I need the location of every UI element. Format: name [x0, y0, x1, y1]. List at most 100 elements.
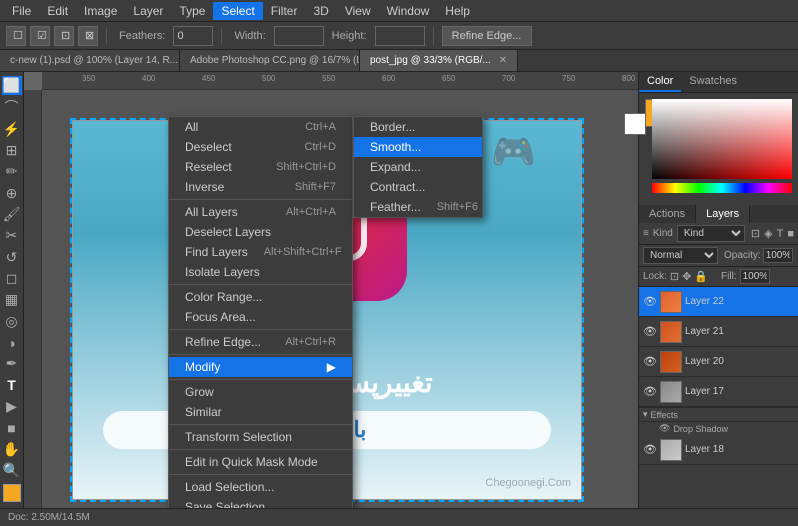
toolbar-intersect-sel[interactable]: ⊠	[78, 26, 98, 46]
lock-all-icon[interactable]: 🔒	[694, 270, 708, 283]
tab-file3-close[interactable]: ✕	[499, 55, 507, 66]
fill-input[interactable]	[740, 269, 770, 284]
layer-item-20[interactable]: 👁 Layer 20	[639, 347, 798, 377]
menu-isolate-layers[interactable]: Isolate Layers	[169, 262, 352, 282]
menu-select-all[interactable]: All Ctrl+A	[169, 117, 352, 137]
lock-checkerboard-icon[interactable]: ⊡	[670, 270, 679, 283]
menu-modify[interactable]: Modify ▶	[169, 357, 352, 377]
menu-refine-edge[interactable]: Refine Edge... Alt+Ctrl+R	[169, 332, 352, 352]
layer-eye-20[interactable]: 👁	[643, 355, 657, 369]
menu-transform-sel[interactable]: Transform Selection	[169, 427, 352, 447]
layer-name-22: Layer 22	[685, 296, 794, 307]
menu-inverse[interactable]: Inverse Shift+F7	[169, 177, 352, 197]
width-input[interactable]	[274, 26, 324, 46]
canvas-area[interactable]: 350 400 450 500 550 600 650 700 750 800	[24, 72, 638, 508]
tool-hand[interactable]: ✋	[2, 440, 22, 459]
menu-window[interactable]: Window	[379, 2, 438, 20]
layer-eye-21[interactable]: 👁	[643, 325, 657, 339]
tab-layers[interactable]: Layers	[696, 205, 750, 223]
tab-actions[interactable]: Actions	[639, 205, 696, 223]
layer-effect-dropshadow[interactable]: 👁 Drop Shadow	[639, 421, 798, 435]
submenu-feather[interactable]: Feather... Shift+F6	[354, 197, 482, 217]
menu-find-layers[interactable]: Find Layers Alt+Shift+Ctrl+F	[169, 242, 352, 262]
toolbar-add-sel[interactable]: ☑	[30, 26, 50, 46]
submenu-expand[interactable]: Expand...	[354, 157, 482, 177]
hue-bar[interactable]	[652, 183, 792, 193]
toolbar-new-sel[interactable]: ☐	[6, 26, 26, 46]
menu-quick-mask[interactable]: Edit in Quick Mask Mode	[169, 452, 352, 472]
tool-dodge[interactable]: ◑	[2, 333, 22, 352]
tool-healing[interactable]: ⊕	[2, 183, 22, 202]
menu-deselect[interactable]: Deselect Ctrl+D	[169, 137, 352, 157]
tab-file2[interactable]: Adobe Photoshop CC.png @ 16/7% (La... ✕	[180, 50, 360, 72]
tool-pen[interactable]: ✒	[2, 354, 22, 373]
menu-filter[interactable]: Filter	[263, 2, 306, 20]
opacity-input[interactable]	[763, 248, 793, 263]
menu-file[interactable]: File	[4, 2, 39, 20]
tab-file3[interactable]: post_jpg @ 33/3% (RGB/... ✕	[360, 50, 518, 72]
lock-move-icon[interactable]: ✥	[682, 270, 691, 283]
tool-lasso[interactable]: ⌒	[2, 97, 22, 117]
color-gradient-area	[652, 99, 792, 195]
menu-edit[interactable]: Edit	[39, 2, 76, 20]
tool-brush[interactable]: 🖌	[2, 205, 22, 224]
menu-help[interactable]: Help	[437, 2, 478, 20]
kind-select[interactable]: Kind	[677, 225, 745, 242]
submenu-contract[interactable]: Contract...	[354, 177, 482, 197]
menu-similar[interactable]: Similar	[169, 402, 352, 422]
tool-marquee[interactable]: ⬜	[2, 76, 22, 95]
tool-clone[interactable]: ✂	[2, 226, 22, 245]
tab-file1[interactable]: c-new (1).psd @ 100% (Layer 14, R... ✕	[0, 50, 180, 72]
color-gradient[interactable]	[652, 99, 792, 179]
layer-item-18[interactable]: 👁 Layer 18	[639, 435, 798, 465]
tool-eyedropper[interactable]: ✏	[2, 162, 22, 181]
height-input[interactable]	[375, 26, 425, 46]
menu-reselect[interactable]: Reselect Shift+Ctrl+D	[169, 157, 352, 177]
menu-color-range[interactable]: Color Range...	[169, 287, 352, 307]
bg-color-swatch[interactable]	[624, 113, 646, 135]
tool-shape[interactable]: ■	[2, 418, 22, 437]
menu-view[interactable]: View	[337, 2, 379, 20]
ruler-label-550: 550	[322, 74, 335, 83]
tool-text[interactable]: T	[2, 376, 22, 395]
tool-history-brush[interactable]: ↺	[2, 248, 22, 267]
layer-eye-18[interactable]: 👁	[643, 443, 657, 457]
main-area: ⬜ ⌒ ⚡ ⊞ ✏ ⊕ 🖌 ✂ ↺ ◻ ▦ ◎ ◑ ✒ T ▶ ■ ✋ 🔍 35…	[0, 72, 798, 508]
menu-load-sel[interactable]: Load Selection...	[169, 477, 352, 497]
tool-crop[interactable]: ⊞	[2, 141, 22, 160]
submenu-smooth[interactable]: Smooth...	[354, 137, 482, 157]
menu-layer[interactable]: Layer	[125, 2, 171, 20]
feathers-input[interactable]	[173, 26, 213, 46]
tab-color[interactable]: Color	[639, 72, 681, 92]
layer-item-22[interactable]: 👁 Layer 22	[639, 287, 798, 317]
toolbar-sub-sel[interactable]: ⊡	[54, 26, 74, 46]
tab-swatches[interactable]: Swatches	[681, 72, 745, 92]
sep6	[169, 424, 352, 425]
blend-mode-select[interactable]: Normal	[643, 247, 718, 264]
menu-focus-area[interactable]: Focus Area...	[169, 307, 352, 327]
kind-icon-adjust: ◈	[764, 227, 772, 240]
tool-gradient[interactable]: ▦	[2, 290, 22, 309]
menu-3d[interactable]: 3D	[305, 2, 336, 20]
tool-blur[interactable]: ◎	[2, 312, 22, 331]
tool-magic-wand[interactable]: ⚡	[2, 119, 22, 138]
submenu-border[interactable]: Border...	[354, 117, 482, 137]
layer-item-17[interactable]: 👁 Layer 17	[639, 377, 798, 407]
menu-type[interactable]: Type	[171, 2, 213, 20]
menu-all-layers[interactable]: All Layers Alt+Ctrl+A	[169, 202, 352, 222]
refine-edge-button[interactable]: Refine Edge...	[442, 26, 532, 46]
tool-zoom[interactable]: 🔍	[2, 461, 22, 480]
sep4	[169, 354, 352, 355]
menu-save-sel[interactable]: Save Selection...	[169, 497, 352, 508]
effect-visibility[interactable]: 👁	[659, 423, 670, 434]
menu-grow[interactable]: Grow	[169, 382, 352, 402]
layer-eye-22[interactable]: 👁	[643, 295, 657, 309]
layer-item-21[interactable]: 👁 Layer 21	[639, 317, 798, 347]
menu-deselect-layers[interactable]: Deselect Layers	[169, 222, 352, 242]
tool-path-selection[interactable]: ▶	[2, 397, 22, 416]
tool-eraser[interactable]: ◻	[2, 269, 22, 288]
fg-bg-colors[interactable]	[3, 484, 21, 501]
menu-select[interactable]: Select	[213, 2, 262, 20]
layer-eye-17[interactable]: 👁	[643, 385, 657, 399]
menu-image[interactable]: Image	[76, 2, 125, 20]
